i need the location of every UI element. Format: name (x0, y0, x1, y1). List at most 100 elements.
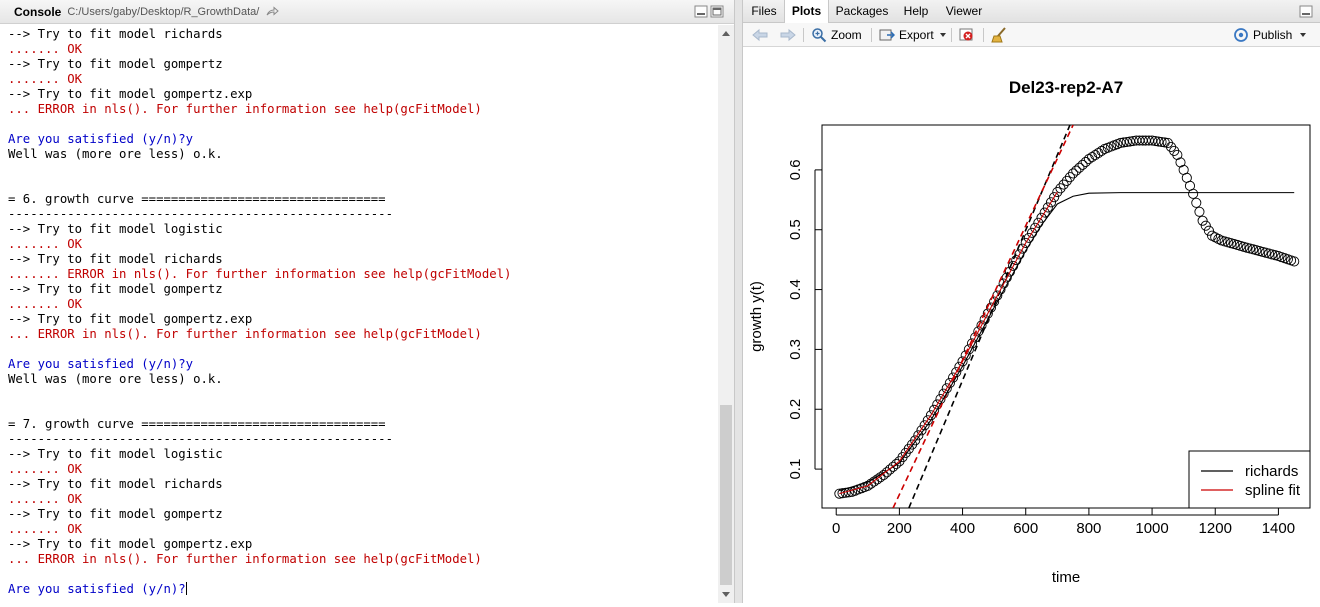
scroll-down-icon[interactable] (722, 592, 730, 597)
x-tick-label: 1400 (1262, 520, 1295, 537)
x-tick-label: 1200 (1199, 520, 1232, 537)
publish-button[interactable]: Publish (1233, 23, 1312, 46)
console-line: ....... OK (8, 42, 83, 56)
y-tick-label: 0.4 (787, 279, 804, 300)
zoom-button[interactable]: Zoom (811, 23, 862, 46)
console-output[interactable]: --> Try to fit model richards....... OK -… (0, 25, 718, 603)
console-line: --> Try to fit model richards (8, 27, 223, 41)
console-line: Are you satisfied (y/n)?y (8, 132, 194, 146)
export-button[interactable]: Export (879, 23, 952, 46)
y-tick-label: 0.1 (787, 459, 804, 480)
data-point (1257, 246, 1268, 257)
publish-label: Publish (1253, 27, 1293, 42)
plots-pane: Files Plots Packages Help Viewer Zoom Ex… (742, 0, 1320, 603)
data-point (1248, 244, 1259, 255)
console-line: ....... OK (8, 462, 83, 476)
data-point (1260, 247, 1271, 258)
data-point (1244, 243, 1256, 254)
chevron-down-icon (939, 32, 946, 37)
plot-area[interactable]: Del23-rep2-A7 0 200 400 600 800 1000 1200 1400 0.… (743, 47, 1320, 603)
console-line: --> Try to fit model logistic (8, 447, 223, 461)
data-point (1270, 250, 1281, 261)
toolbar-separator (983, 28, 984, 42)
forward-plot-button[interactable] (779, 23, 801, 46)
console-line: ----------------------------------------… (8, 207, 393, 221)
zoom-icon (812, 27, 827, 42)
console-pane-buttons (694, 5, 724, 18)
tab-plots[interactable]: Plots (784, 0, 829, 23)
data-point (1241, 242, 1252, 253)
scroll-thumb[interactable] (720, 405, 732, 585)
toolbar-separator (871, 28, 872, 42)
tab-packages[interactable]: Packages (829, 0, 895, 22)
console-header: Console C:/Users/gaby/Desktop/R_GrowthDa… (0, 0, 734, 24)
data-point (1093, 147, 1104, 159)
data-point (1090, 149, 1101, 161)
scroll-up-icon[interactable] (722, 31, 730, 36)
minimize-pane-icon[interactable] (694, 5, 708, 18)
minimize-pane-icon[interactable] (1299, 5, 1313, 18)
console-line: Well was (more ore less) o.k. (8, 147, 223, 161)
data-point (1169, 145, 1180, 156)
chevron-down-icon (1300, 32, 1307, 37)
export-icon (879, 29, 895, 40)
console-line: --> Try to fit model gompertz (8, 507, 223, 521)
legend-label: spline fit (1245, 482, 1301, 499)
x-axis-label: time (1052, 569, 1080, 586)
panel-tabbar: Files Plots Packages Help Viewer (743, 0, 1320, 23)
tab-viewer[interactable]: Viewer (937, 0, 991, 22)
x-tick-label: 400 (950, 520, 975, 537)
back-plot-button[interactable] (751, 23, 773, 46)
data-point (1087, 152, 1098, 163)
console-tab[interactable]: Console C:/Users/gaby/Desktop/R_GrowthDa… (0, 0, 287, 24)
y-tick-label: 0.6 (787, 159, 804, 180)
y-tick-label: 0.5 (787, 219, 804, 240)
console-line: --> Try to fit model gompertz (8, 282, 223, 296)
x-tick-label: 800 (1076, 520, 1101, 537)
plots-toolbar: Zoom Export Publish (743, 23, 1320, 47)
console-line: --> Try to fit model gompertz.exp (8, 87, 253, 101)
console-line: ....... OK (8, 492, 83, 506)
publish-icon (1234, 27, 1248, 42)
text-cursor (185, 582, 187, 595)
data-point (1229, 239, 1240, 250)
console-tab-label: Console (14, 5, 62, 19)
remove-plot-button[interactable] (959, 23, 979, 46)
arrow-right-icon (780, 28, 796, 41)
console-line: ....... OK (8, 297, 83, 311)
data-point (1222, 237, 1233, 248)
console-line: ----------------------------------------… (8, 432, 393, 446)
data-point (1238, 241, 1249, 252)
tab-files[interactable]: Files (745, 0, 783, 22)
maximize-pane-icon[interactable] (710, 5, 724, 18)
chart-legend: richards spline fit (1188, 450, 1311, 509)
data-point (1219, 236, 1230, 247)
data-point (1267, 249, 1278, 260)
go-to-directory-icon[interactable] (265, 6, 280, 18)
console-line: Well was (more ore less) o.k. (8, 372, 223, 386)
tab-help[interactable]: Help (897, 0, 935, 22)
console-line: ... ERROR in nls(). For further informat… (8, 102, 482, 116)
console-scrollbar[interactable] (718, 25, 734, 603)
x-tick-label: 1000 (1135, 520, 1168, 537)
data-point (1194, 206, 1205, 217)
console-line: ....... OK (8, 72, 83, 86)
console-line: = 6. growth curve ======================… (8, 192, 386, 206)
console-line: = 7. growth curve ======================… (8, 417, 386, 431)
x-tick-label: 0 (832, 520, 840, 537)
arrow-left-icon (752, 28, 768, 41)
data-point (1251, 245, 1262, 256)
chart-title: Del23-rep2-A7 (1009, 78, 1123, 97)
data-point (1232, 239, 1243, 251)
console-line: Are you satisfied (y/n)?y (8, 357, 194, 371)
console-line: --> Try to fit model gompertz.exp (8, 537, 253, 551)
working-directory-path[interactable]: C:/Users/gaby/Desktop/R_GrowthData/ (67, 6, 259, 18)
tangent-line (892, 125, 1074, 508)
console-line: Are you satisfied (y/n)? (8, 582, 187, 596)
y-axis-label: growth y(t) (748, 281, 765, 352)
console-line: ....... OK (8, 522, 83, 536)
console-line: --> Try to fit model logistic (8, 222, 223, 236)
pane-splitter[interactable] (735, 0, 742, 603)
console-line: --> Try to fit model richards (8, 477, 223, 491)
clear-all-plots-button[interactable] (991, 23, 1013, 46)
